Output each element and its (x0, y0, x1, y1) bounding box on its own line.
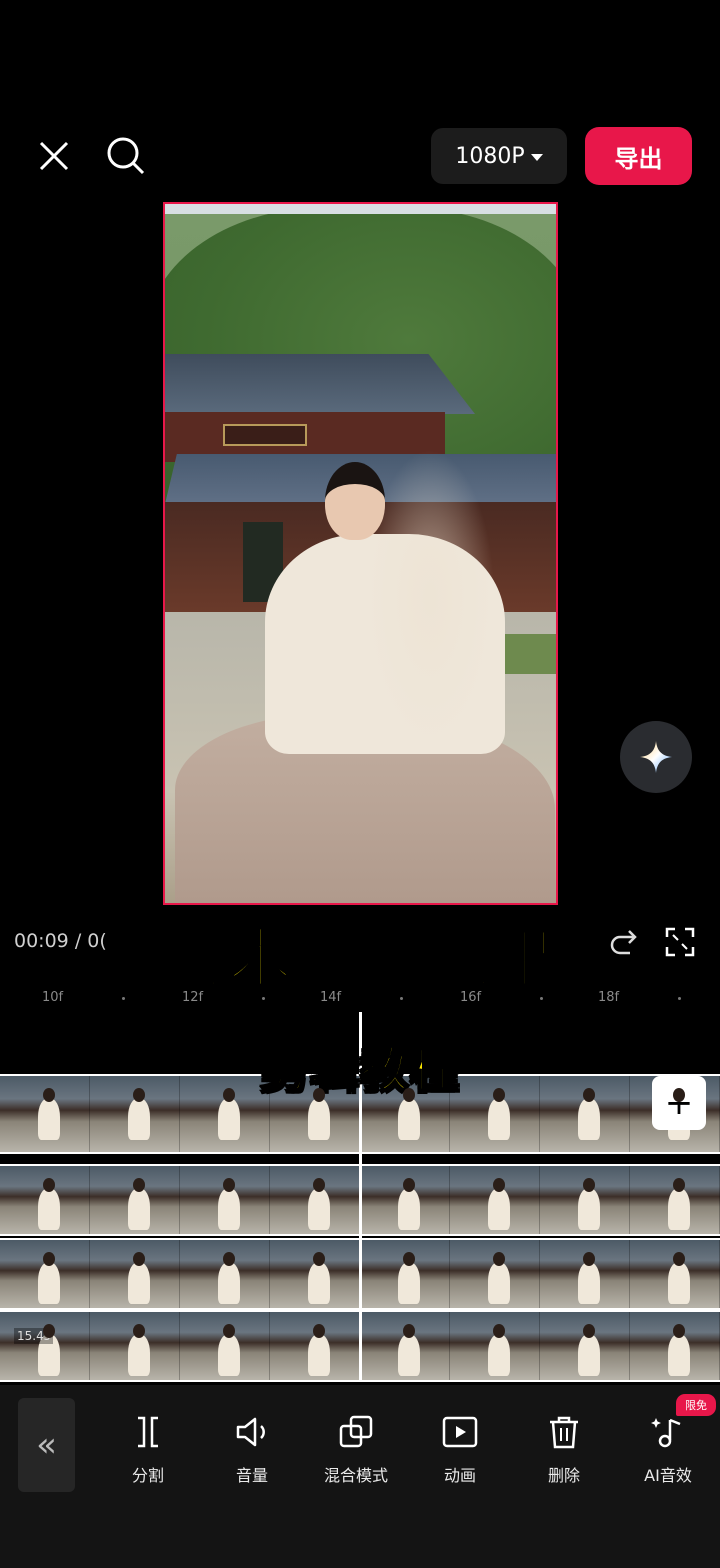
tool-label: 动画 (443, 1466, 476, 1485)
close-icon (39, 141, 69, 171)
resolution-label: 1080P (455, 143, 525, 169)
resolution-dropdown[interactable]: 1080P (431, 128, 567, 184)
delete-icon (542, 1410, 586, 1454)
preview-figure-head (325, 462, 385, 540)
sparkle-icon (640, 741, 672, 773)
clip-frame (0, 1312, 90, 1380)
clip-frame (90, 1240, 180, 1308)
close-button[interactable] (34, 136, 74, 176)
clip-frame (450, 1166, 540, 1234)
toolbar-back-button[interactable]: « (18, 1398, 75, 1492)
clip-frame (450, 1240, 540, 1308)
search-button[interactable] (104, 134, 148, 178)
free-badge: 限免 (676, 1394, 716, 1416)
clip-frame (180, 1166, 270, 1234)
clip-frame (360, 1166, 450, 1234)
clip-frame (360, 1240, 450, 1308)
overlay-title: 武术残影效果 (161, 922, 558, 999)
tool-label: AI音效 (644, 1466, 692, 1485)
tool-animation[interactable]: 动画 (415, 1410, 505, 1486)
preview-sky (165, 204, 556, 214)
tool-delete[interactable]: 删除 (519, 1410, 609, 1486)
tool-label: 删除 (547, 1466, 580, 1485)
clip-frame (630, 1240, 720, 1308)
ai-sound-icon (646, 1410, 690, 1454)
volume-icon (230, 1410, 274, 1454)
export-button[interactable]: 导出 (585, 127, 692, 185)
split-icon (126, 1410, 170, 1454)
clip-frame (90, 1312, 180, 1380)
video-preview[interactable] (163, 202, 558, 905)
tool-label: 音量 (235, 1466, 268, 1485)
clip-frame (270, 1240, 360, 1308)
clip-frame (630, 1312, 720, 1380)
caret-down-icon (530, 153, 543, 161)
preview-temple-roof (165, 354, 475, 414)
overlay-subtitle: 剪辑教程 (259, 1041, 460, 1099)
clip-frame (360, 1312, 450, 1380)
ai-assistant-button[interactable] (620, 721, 692, 793)
tool-ai-sound[interactable]: AI音效 (623, 1410, 713, 1486)
clip-frame (270, 1166, 360, 1234)
clip-frame (90, 1166, 180, 1234)
tool-label: 分割 (131, 1466, 164, 1485)
clip-frame (540, 1166, 630, 1234)
tool-volume[interactable]: 音量 (207, 1410, 297, 1486)
tool-label: 混合模式 (323, 1466, 388, 1485)
animation-icon (438, 1410, 482, 1454)
blend-mode-icon (334, 1410, 378, 1454)
clip-frame (630, 1166, 720, 1234)
preview-temple-plaque (223, 424, 307, 446)
clip-frame (180, 1240, 270, 1308)
tool-blend-mode[interactable]: 混合模式 (311, 1410, 401, 1486)
tool-split[interactable]: 分割 (103, 1410, 193, 1486)
clip-frame (180, 1312, 270, 1380)
clip-frame (540, 1240, 630, 1308)
clip-frame (0, 1240, 90, 1308)
clip-frame (270, 1312, 360, 1380)
clip-frame (540, 1312, 630, 1380)
search-icon (107, 137, 145, 175)
clip-frame (450, 1312, 540, 1380)
clip-frame (0, 1166, 90, 1234)
